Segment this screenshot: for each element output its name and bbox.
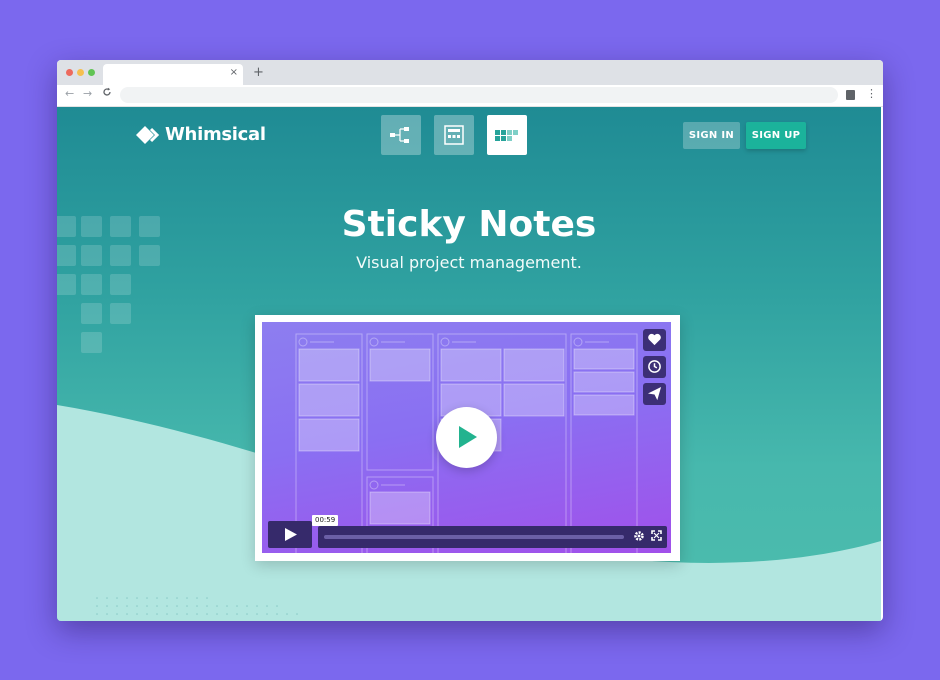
page-viewport: Whimsical SIGN IN SIGN UP Sticky Notes V… — [57, 107, 881, 621]
browser-tab[interactable]: × — [103, 64, 243, 85]
back-arrow-icon[interactable]: ← — [65, 87, 74, 100]
maximize-window-button[interactable] — [88, 69, 95, 76]
sign-up-button[interactable]: SIGN UP — [746, 122, 806, 149]
fullscreen-icon[interactable] — [651, 530, 662, 541]
close-window-button[interactable] — [66, 69, 73, 76]
profile-icon[interactable] — [846, 90, 855, 100]
watch-later-button[interactable] — [643, 356, 666, 378]
tab-bar: × + — [57, 60, 883, 85]
logo-text: Whimsical — [165, 124, 266, 145]
video-frame: 00:59 — [255, 315, 680, 561]
settings-gear-icon[interactable] — [633, 530, 645, 542]
like-button[interactable] — [643, 329, 666, 351]
app-switch-flowcharts[interactable] — [381, 115, 421, 155]
play-pause-button[interactable] — [268, 521, 312, 548]
video-player[interactable]: 00:59 — [262, 322, 671, 553]
address-bar[interactable] — [120, 87, 838, 103]
play-icon — [459, 426, 477, 448]
video-time-tooltip: 00:59 — [312, 515, 339, 526]
decorative-dots — [96, 597, 298, 615]
logo-mark-icon — [136, 126, 160, 144]
browser-window: × + ← → ⋮ Whimsical SIGN IN SIGN UP Stic… — [57, 60, 883, 621]
control-bar — [318, 526, 667, 548]
tab-close-icon[interactable]: × — [230, 67, 238, 78]
minimize-window-button[interactable] — [77, 69, 84, 76]
forward-arrow-icon[interactable]: → — [83, 87, 92, 100]
wireframe-icon — [444, 125, 464, 145]
page-title: Sticky Notes — [341, 204, 597, 245]
browser-toolbar: ← → ⋮ — [57, 85, 883, 107]
play-small-icon — [285, 528, 297, 541]
share-button[interactable] — [643, 383, 666, 405]
reload-icon[interactable] — [102, 87, 112, 100]
video-controls: 00:59 — [268, 515, 667, 548]
page-subtitle: Visual project management. — [356, 253, 582, 272]
app-switch-sticky-notes[interactable] — [487, 115, 527, 155]
sign-in-button[interactable]: SIGN IN — [683, 122, 740, 149]
browser-menu-icon[interactable]: ⋮ — [866, 87, 877, 100]
heart-icon — [648, 333, 661, 346]
new-tab-button[interactable]: + — [253, 65, 264, 80]
sticky-notes-icon — [495, 130, 518, 141]
send-icon — [647, 386, 662, 401]
progress-bar[interactable] — [324, 535, 624, 539]
app-switch-wireframes[interactable] — [434, 115, 474, 155]
play-video-button[interactable] — [436, 407, 497, 468]
flowchart-icon — [390, 127, 409, 143]
clock-icon — [648, 360, 661, 373]
